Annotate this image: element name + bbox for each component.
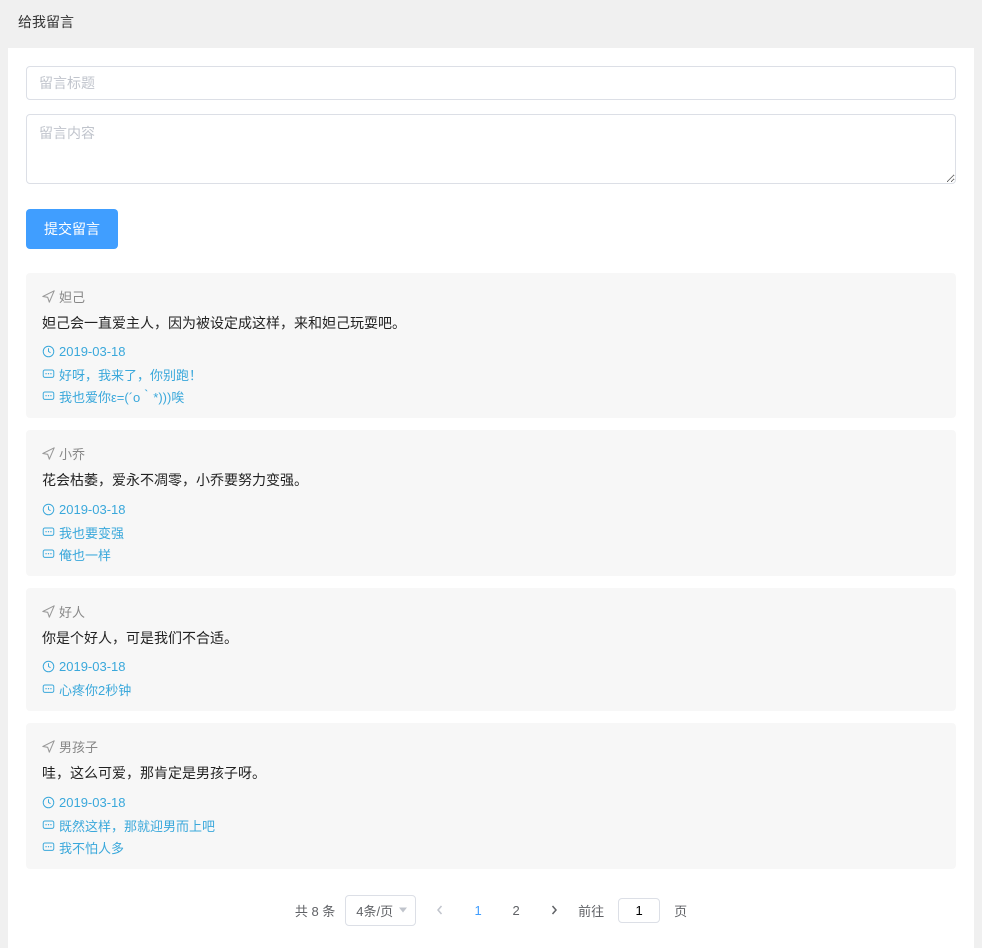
main-container: 提交留言 妲己妲己会一直爱主人，因为被设定成这样，来和妲己玩耍吧。 2019-03… [8, 48, 974, 948]
message-reply: 心疼你2秒钟 [42, 680, 940, 699]
message-card: 小乔花会枯萎，爱永不凋零，小乔要努力变强。 2019-03-18 我也要变强俺也一样 [26, 430, 956, 575]
jump-page-input[interactable] [618, 898, 660, 923]
chat-icon [42, 390, 55, 403]
clock-icon [42, 503, 55, 516]
clock-icon [42, 660, 55, 673]
message-author: 好人 [42, 602, 940, 621]
message-reply: 好呀，我来了，你别跑！ [42, 365, 940, 384]
message-card: 男孩子哇，这么可爱，那肯定是男孩子呀。 2019-03-18 既然这样，那就迎男而上… [26, 723, 956, 868]
message-reply: 俺也一样 [42, 545, 940, 564]
message-date: 2019-03-18 [42, 659, 940, 674]
message-reply: 我也爱你ε=(´ο｀*)))唉 [42, 387, 940, 406]
submit-button[interactable]: 提交留言 [26, 209, 118, 249]
message-content: 你是个好人，可是我们不合适。 [42, 627, 940, 649]
message-date: 2019-03-18 [42, 795, 940, 810]
jump-suffix: 页 [674, 901, 687, 920]
chevron-right-icon [549, 905, 559, 915]
paper-plane-icon [42, 605, 55, 618]
chat-icon [42, 368, 55, 381]
pagination: 共 8 条 4条/页 1 2 前往 页 [26, 881, 956, 930]
message-author: 小乔 [42, 444, 940, 463]
message-reply: 既然这样，那就迎男而上吧 [42, 816, 940, 835]
message-author: 男孩子 [42, 737, 940, 756]
message-date: 2019-03-18 [42, 502, 940, 517]
jump-prefix: 前往 [578, 901, 604, 920]
content-textarea[interactable] [26, 114, 956, 184]
next-page-button[interactable] [540, 896, 568, 924]
message-card: 妲己妲己会一直爱主人，因为被设定成这样，来和妲己玩耍吧。 2019-03-18 好呀… [26, 273, 956, 418]
chat-icon [42, 841, 55, 854]
page-1-button[interactable]: 1 [464, 896, 492, 924]
message-card: 好人你是个好人，可是我们不合适。 2019-03-18 心疼你2秒钟 [26, 588, 956, 711]
chat-icon [42, 819, 55, 832]
clock-icon [42, 345, 55, 358]
paper-plane-icon [42, 740, 55, 753]
clock-icon [42, 796, 55, 809]
paper-plane-icon [42, 447, 55, 460]
message-reply: 我也要变强 [42, 523, 940, 542]
chat-icon [42, 683, 55, 696]
message-reply: 我不怕人多 [42, 838, 940, 857]
page-size-select[interactable]: 4条/页 [345, 895, 416, 926]
message-content: 哇，这么可爱，那肯定是男孩子呀。 [42, 762, 940, 784]
chevron-left-icon [435, 905, 445, 915]
chat-icon [42, 526, 55, 539]
subject-input[interactable] [26, 66, 956, 100]
message-content: 妲己会一直爱主人，因为被设定成这样，来和妲己玩耍吧。 [42, 312, 940, 334]
total-count: 共 8 条 [295, 901, 335, 920]
page-title: 给我留言 [0, 0, 982, 48]
paper-plane-icon [42, 290, 55, 303]
prev-page-button[interactable] [426, 896, 454, 924]
page-2-button[interactable]: 2 [502, 896, 530, 924]
message-author: 妲己 [42, 287, 940, 306]
chat-icon [42, 548, 55, 561]
message-date: 2019-03-18 [42, 344, 940, 359]
message-content: 花会枯萎，爱永不凋零，小乔要努力变强。 [42, 469, 940, 491]
